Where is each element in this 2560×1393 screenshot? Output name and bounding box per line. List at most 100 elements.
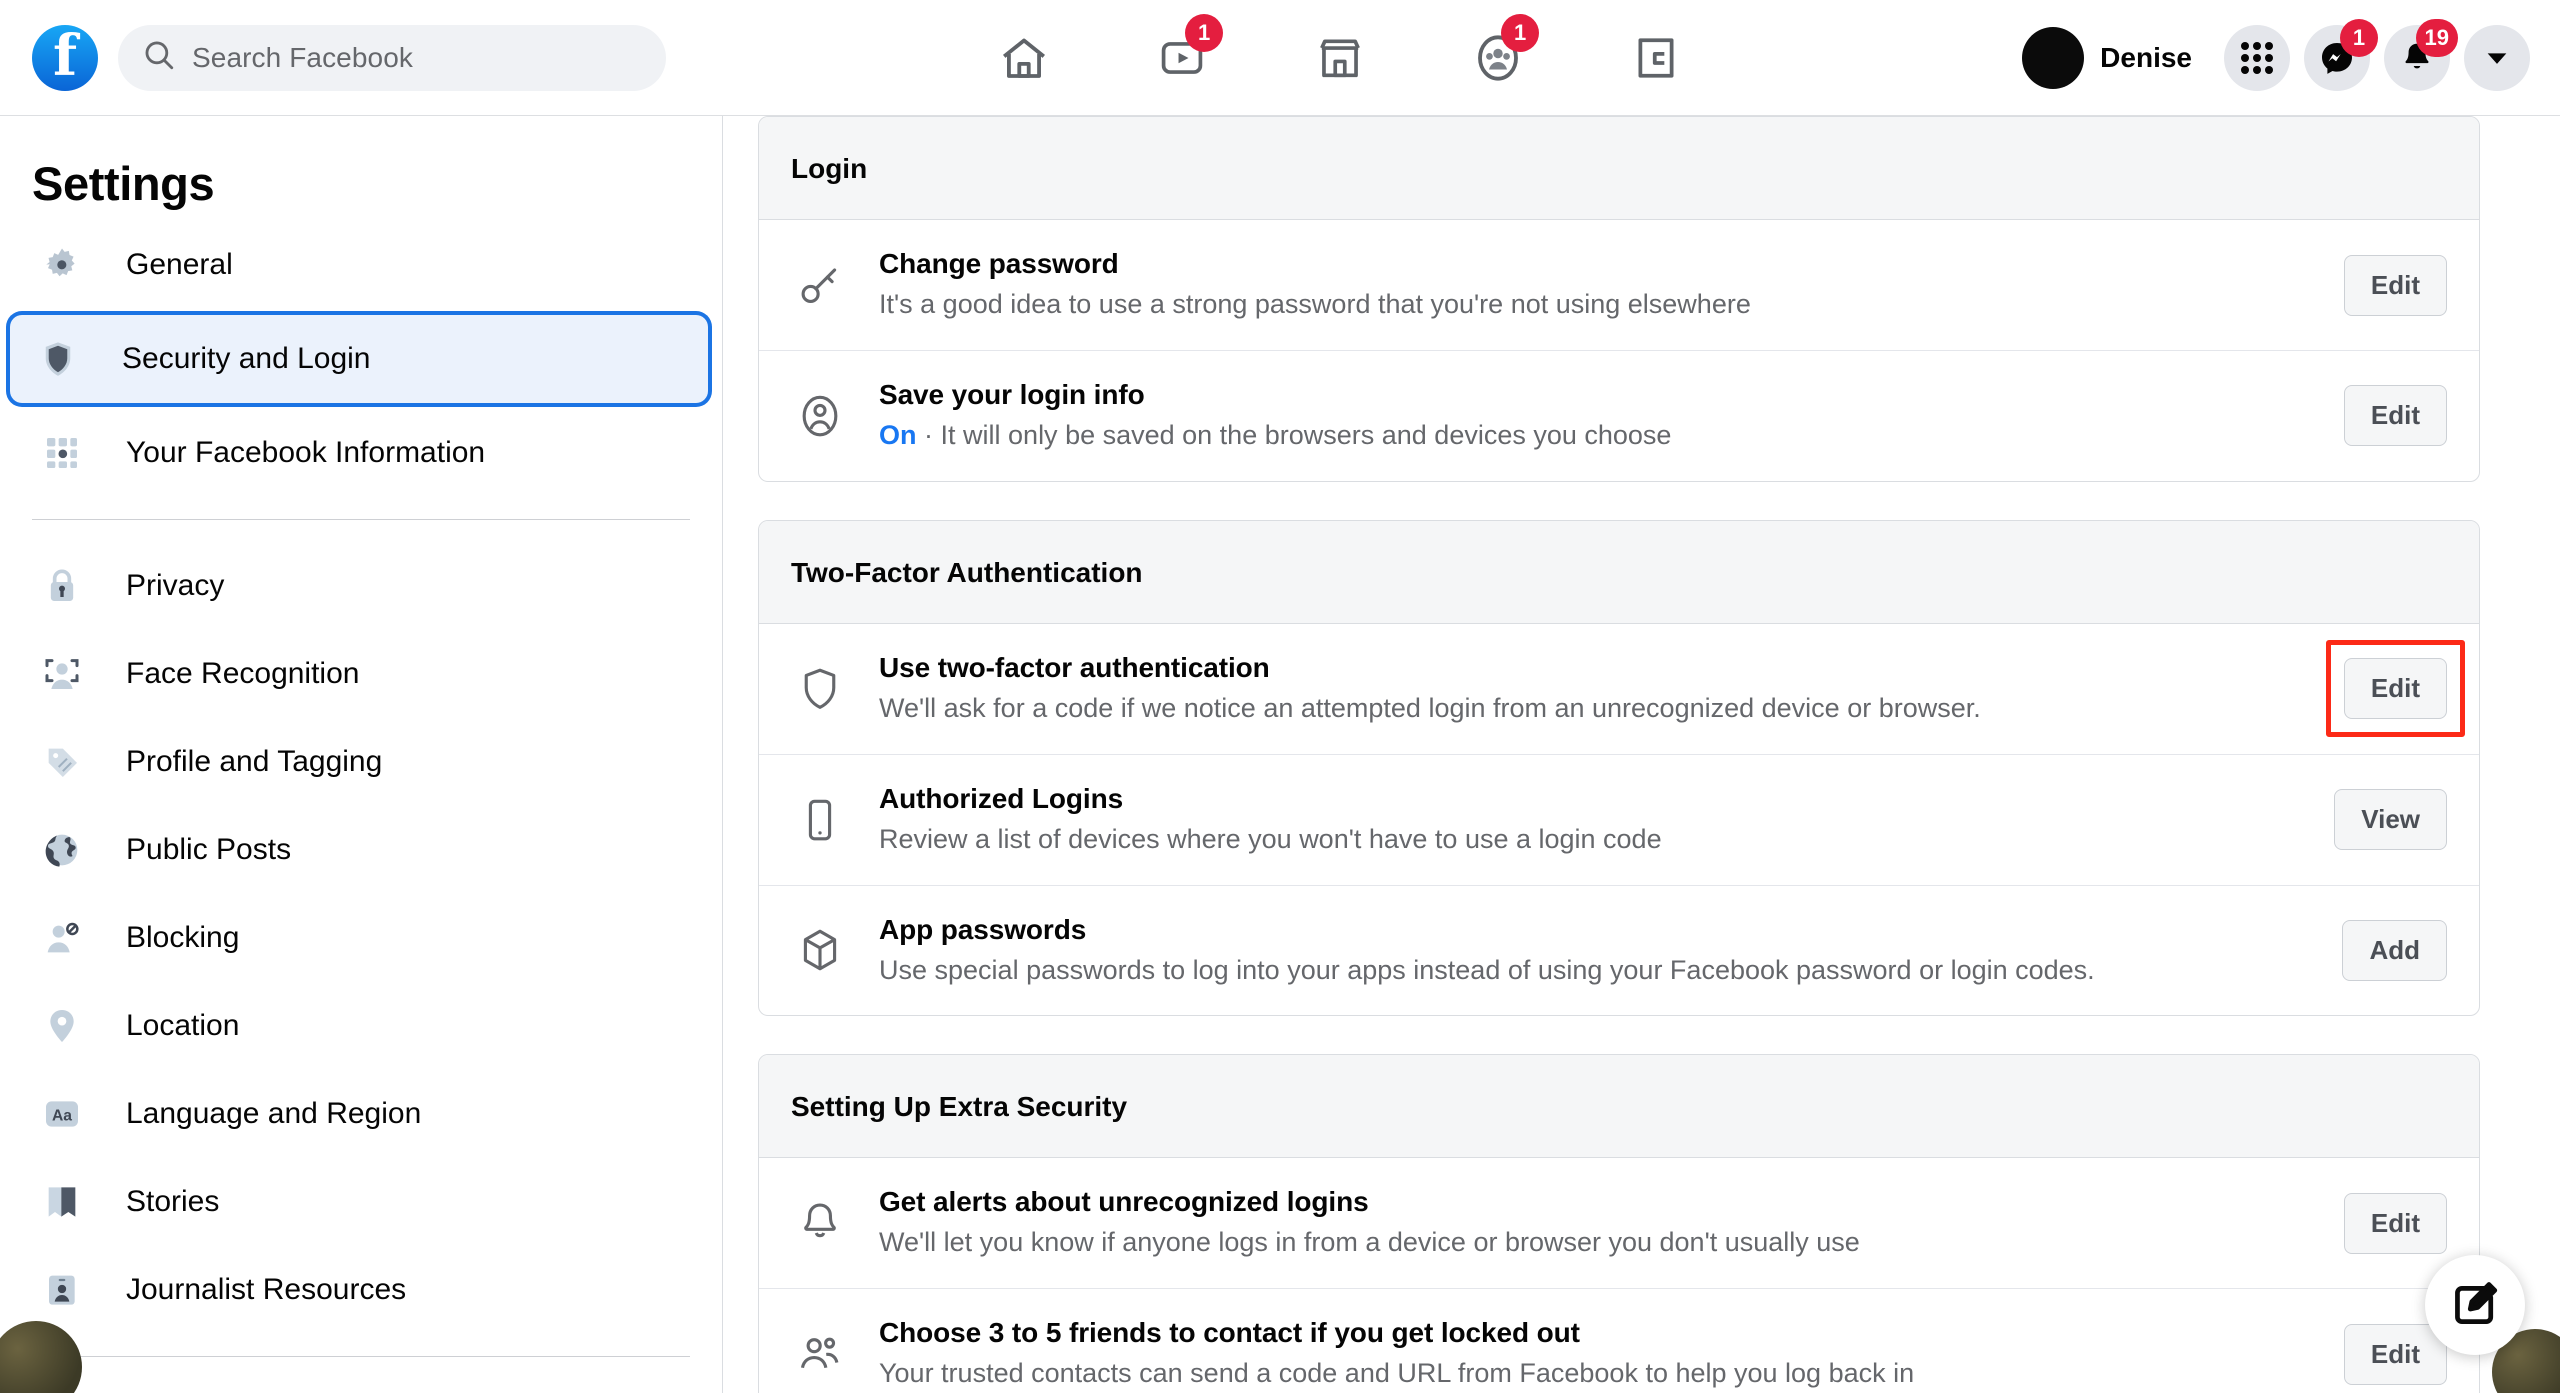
nav-groups-icon[interactable]: 1 [1419,10,1577,106]
row-action: Edit [2325,640,2465,738]
sidebar-item-notifications[interactable]: Notifications [14,1379,708,1393]
sidebar-item-label: Stories [126,1185,220,1218]
nav-left-group: Search Facebook [0,24,666,91]
row-use-two-factor-authentication[interactable]: Use two-factor authentication We'll ask … [759,624,2479,754]
row-subtitle: Review a list of devices where you won't… [879,823,1662,854]
chevron-down-icon [2487,52,2507,64]
row-authorized-logins[interactable]: Authorized Logins Review a list of devic… [759,753,2479,885]
sidebar-group-notifications: Notifications [0,1379,722,1393]
main-content: Login Change password It's a good idea t… [723,116,2560,1393]
sidebar-item-language-and-region[interactable]: Aa Language and Region [14,1070,708,1158]
row-text: App passwords Use special passwords to l… [879,914,2318,988]
book-icon [38,1178,86,1226]
sidebar-group-account: General Security and Login Your Facebook… [0,221,722,497]
row-sub-separator: · [924,420,934,450]
sidebar-item-blocking[interactable]: Blocking [14,894,708,982]
sidebar-item-label: Location [126,1009,240,1042]
edit-button[interactable]: Edit [2343,1323,2447,1385]
row-sub-text: It will only be saved on the browsers an… [940,420,1672,450]
sidebar-item-public-posts[interactable]: Public Posts [14,806,708,894]
edit-button[interactable]: Edit [2343,658,2447,720]
row-text: Save your login info On · It will only b… [879,379,2320,453]
row-subtitle: It's a good idea to use a strong passwor… [879,289,1751,320]
edit-button[interactable]: Edit [2343,385,2447,447]
top-navigation-bar: Search Facebook 1 [0,0,2560,116]
row-title: Save your login info [879,379,1145,410]
row-subtitle: We'll let you know if anyone logs in fro… [879,1227,1860,1258]
sidebar-divider [32,1356,690,1357]
notifications-badge: 19 [2415,18,2458,57]
menu-grid-button[interactable] [2224,24,2290,91]
shield-icon [34,335,82,383]
row-title: Use two-factor authentication [879,651,1270,683]
sidebar-item-label: Your Facebook Information [126,436,486,469]
sidebar-item-label: Public Posts [126,833,292,866]
bell-outline-icon [791,1198,849,1248]
profile-name: Denise [2100,41,2192,73]
page-title: Settings [32,157,215,210]
row-title: Choose 3 to 5 friends to contact if you … [879,1317,1580,1349]
sidebar-item-your-facebook-information[interactable]: Your Facebook Information [14,409,708,497]
sidebar-item-location[interactable]: Location [14,982,708,1070]
row-action: Add [2342,919,2447,981]
account-circle-icon [791,391,849,441]
row-subtitle: Your trusted contacts can send a code an… [879,1358,1915,1389]
section-setting-up-extra-security: Setting Up Extra Security Get alerts abo… [758,1054,2480,1393]
groups-badge: 1 [1501,13,1540,52]
edit-button[interactable]: Edit [2343,254,2447,316]
profile-chip[interactable]: Denise [2014,19,2210,97]
sidebar-item-label: Journalist Resources [126,1273,407,1306]
sidebar-item-label: Face Recognition [126,657,360,690]
row-text: Choose 3 to 5 friends to contact if you … [879,1317,2320,1391]
nav-gaming-icon[interactable] [1577,10,1735,106]
row-save-login-info[interactable]: Save your login info On · It will only b… [759,350,2479,481]
row-title: Get alerts about unrecognized logins [879,1186,1369,1218]
sidebar-item-face-recognition[interactable]: Face Recognition [14,630,708,718]
account-menu-button[interactable] [2464,24,2530,91]
view-button[interactable]: View [2334,789,2447,851]
sidebar-item-security-and-login[interactable]: Security and Login [10,315,708,403]
row-choose-trusted-contacts[interactable]: Choose 3 to 5 friends to contact if you … [759,1288,2479,1393]
settings-sidebar[interactable]: Settings General Security and Login Your… [0,116,723,1393]
sidebar-item-label: General [126,248,233,281]
search-input[interactable]: Search Facebook [118,24,666,91]
lock-icon [38,562,86,610]
row-get-alerts-about-unrecognized-logins[interactable]: Get alerts about unrecognized logins We'… [759,1158,2479,1288]
row-change-password[interactable]: Change password It's a good idea to use … [759,220,2479,350]
nav-right-group: Denise 1 19 [2014,18,2560,97]
sidebar-item-label: Security and Login [122,342,371,375]
globe-icon [38,826,86,874]
add-button[interactable]: Add [2342,919,2447,981]
row-app-passwords[interactable]: App passwords Use special passwords to l… [759,884,2479,1016]
facebook-logo[interactable] [32,24,98,91]
notifications-button[interactable]: 19 [2384,18,2458,91]
sidebar-item-journalist-resources[interactable]: Journalist Resources [14,1246,708,1334]
nav-watch-icon[interactable]: 1 [1103,10,1261,106]
row-title: Authorized Logins [879,782,1124,814]
nav-marketplace-icon[interactable] [1261,10,1419,106]
gear-icon [38,241,86,289]
compose-fab-button[interactable] [2425,1255,2525,1355]
section-login: Login Change password It's a good idea t… [758,116,2480,482]
edit-button[interactable]: Edit [2343,1192,2447,1254]
row-subtitle: Use special passwords to log into your a… [879,954,2095,985]
grid-dots-icon [2241,41,2273,74]
tag-icon [38,738,86,786]
messenger-button[interactable]: 1 [2304,18,2378,91]
sidebar-item-privacy[interactable]: Privacy [14,542,708,630]
nav-home-icon[interactable] [945,10,1103,106]
row-action: View [2334,789,2447,851]
section-two-factor-authentication: Two-Factor Authentication Use two-factor… [758,519,2480,1017]
sidebar-item-label: Profile and Tagging [126,745,383,778]
row-title: App passwords [879,913,1087,945]
shield-outline-icon [791,664,849,714]
row-text: Use two-factor authentication We'll ask … [879,652,2320,726]
nav-center-group: 1 1 [666,10,2014,106]
sidebar-item-stories[interactable]: Stories [14,1158,708,1246]
sidebar-item-general[interactable]: General [14,221,708,309]
watch-badge: 1 [1185,13,1224,52]
row-text: Get alerts about unrecognized logins We'… [879,1186,2320,1260]
sidebar-item-label: Privacy [126,569,225,602]
friends-icon [791,1329,849,1379]
sidebar-item-profile-and-tagging[interactable]: Profile and Tagging [14,718,708,806]
